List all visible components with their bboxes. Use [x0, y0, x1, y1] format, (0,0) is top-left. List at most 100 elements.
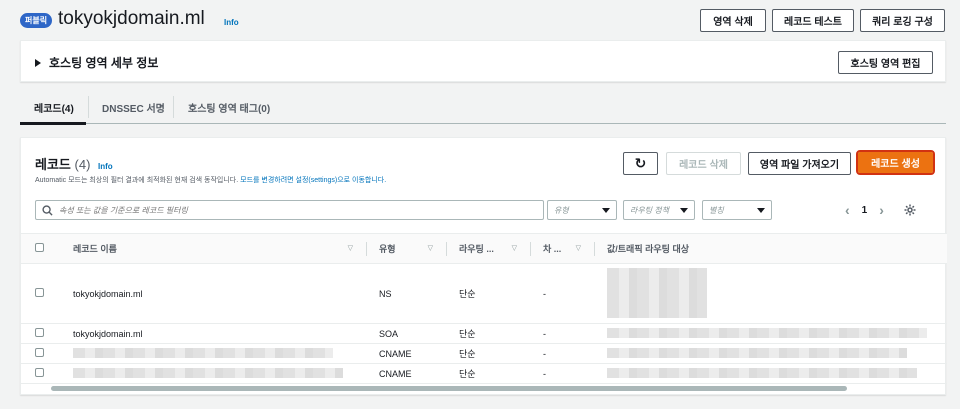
search-input[interactable] — [59, 205, 519, 215]
chevron-left-icon[interactable]: ‹ — [845, 202, 850, 218]
table-row[interactable]: CNAME 단순 - — [21, 363, 947, 384]
refresh-button[interactable]: ↻ — [623, 152, 658, 175]
delete-record-button[interactable]: 레코드 삭제 — [666, 152, 741, 175]
filter-search-box[interactable] — [35, 200, 544, 220]
page-number[interactable]: 1 — [862, 205, 868, 216]
edit-hosted-zone-button[interactable]: 호스팅 영역 편집 — [838, 51, 933, 74]
record-name — [61, 343, 367, 364]
record-routing: 단순 — [447, 323, 531, 344]
record-value — [595, 363, 947, 384]
record-routing: 단순 — [447, 363, 531, 384]
caret-down-icon — [757, 207, 765, 213]
record-routing: 단순 — [447, 343, 531, 364]
description-text: Automatic 모드는 최상의 필터 결과에 최적화된 현재 검색 동작입니… — [35, 177, 239, 184]
redacted-value — [607, 367, 917, 378]
col-record-name[interactable]: 레코드 이름 ▽ — [61, 233, 367, 264]
row-checkbox[interactable] — [35, 328, 44, 337]
records-table: 레코드 이름 ▽ 유형 ▽ 라우팅 ... ▽ 차 ... ▽ 값/트래픽 라우팅 대상… — [21, 233, 947, 384]
alias-filter-select[interactable]: 별칭 — [702, 200, 772, 220]
info-link[interactable]: Info — [224, 18, 239, 27]
row-checkbox[interactable] — [35, 348, 44, 357]
type-filter-label: 유형 — [554, 205, 569, 215]
pagination: ‹ 1 › — [845, 200, 916, 220]
tab-bar: 레코드(4) DNSSEC 서명 호스팅 영역 태그(0) — [20, 91, 946, 125]
records-title: 레코드 — [35, 157, 71, 172]
hosted-zone-details-panel: 호스팅 영역 세부 정보 호스팅 영역 편집 — [20, 40, 946, 82]
row-checkbox[interactable] — [35, 288, 44, 297]
caret-right-icon — [35, 58, 41, 67]
details-toggle[interactable]: 호스팅 영역 세부 정보 — [35, 54, 158, 71]
record-routing: 단순 — [447, 263, 531, 324]
record-type: SOA — [367, 323, 447, 344]
routing-filter-label: 라우팅 정책 — [630, 205, 670, 215]
sort-icon: ▽ — [511, 245, 517, 252]
search-icon — [42, 204, 53, 216]
tab-divider — [88, 96, 89, 118]
sort-icon: ▽ — [427, 245, 433, 252]
tab-tags[interactable]: 호스팅 영역 태그(0) — [188, 91, 270, 123]
record-type: NS — [367, 263, 447, 324]
record-name: tokyokjdomain.ml — [61, 323, 367, 344]
redacted-value — [607, 267, 707, 318]
col-label: 값/트래픽 라우팅 대상 — [607, 244, 690, 254]
record-diff: - — [531, 263, 595, 324]
test-record-button[interactable]: 레코드 테스트 — [772, 9, 854, 32]
details-title: 호스팅 영역 세부 정보 — [49, 56, 159, 70]
import-zone-file-button[interactable]: 영역 파일 가져오기 — [748, 152, 851, 175]
col-label: 차 ... — [543, 244, 562, 254]
redacted-name — [73, 347, 333, 358]
record-type: CNAME — [367, 343, 447, 364]
col-diff[interactable]: 차 ... ▽ — [531, 233, 595, 264]
records-info-link[interactable]: Info — [98, 162, 113, 171]
create-record-button[interactable]: 레코드 생성 — [856, 150, 935, 175]
page-header: 퍼블릭 tokyokjdomain.ml Info 영역 삭제 레코드 테스트 … — [0, 0, 960, 40]
col-type[interactable]: 유형 ▽ — [367, 233, 447, 264]
tab-divider — [173, 96, 174, 118]
record-type: CNAME — [367, 363, 447, 384]
record-diff: - — [531, 323, 595, 344]
select-all-checkbox[interactable] — [35, 243, 44, 252]
settings-link[interactable]: 모드를 변경하려면 설정(settings)으로 이동합니다. — [240, 177, 386, 184]
select-all-cell — [21, 233, 61, 264]
routing-policy-select[interactable]: 라우팅 정책 — [623, 200, 695, 220]
record-value — [595, 323, 947, 344]
alias-filter-label: 별칭 — [709, 205, 724, 215]
row-checkbox[interactable] — [35, 368, 44, 377]
records-description: Automatic 모드는 최상의 필터 결과에 최적화된 현재 검색 동작입니… — [35, 175, 386, 185]
caret-down-icon — [602, 207, 610, 213]
query-logging-button[interactable]: 쿼리 로깅 구성 — [860, 9, 945, 32]
record-name — [61, 363, 367, 384]
gear-icon[interactable] — [904, 204, 916, 216]
records-panel: 레코드 (4) Info Automatic 모드는 최상의 필터 결과에 최적… — [20, 137, 947, 395]
delete-zone-button[interactable]: 영역 삭제 — [700, 9, 766, 32]
record-value — [595, 263, 947, 324]
table-row[interactable]: CNAME 단순 - — [21, 343, 947, 364]
page-title: tokyokjdomain.ml — [58, 8, 205, 29]
sort-icon: ▽ — [347, 245, 353, 252]
type-filter-select[interactable]: 유형 — [547, 200, 617, 220]
sort-icon: ▽ — [575, 245, 581, 252]
table-row[interactable]: tokyokjdomain.ml SOA 단순 - — [21, 323, 947, 344]
tab-records[interactable]: 레코드(4) — [34, 91, 74, 123]
records-heading: 레코드 (4) Info — [35, 154, 113, 173]
col-value[interactable]: 값/트래픽 라우팅 대상 — [595, 233, 947, 264]
col-label: 라우팅 ... — [459, 244, 494, 254]
table-header-row: 레코드 이름 ▽ 유형 ▽ 라우팅 ... ▽ 차 ... ▽ 값/트래픽 라우팅 대상 — [21, 233, 947, 264]
redacted-name — [73, 367, 343, 378]
chevron-right-icon[interactable]: › — [879, 202, 884, 218]
redacted-value — [607, 327, 927, 338]
col-label: 유형 — [379, 244, 396, 254]
refresh-icon: ↻ — [634, 155, 647, 171]
caret-down-icon — [680, 207, 688, 213]
records-count: (4) — [74, 157, 91, 172]
col-label: 레코드 이름 — [73, 244, 117, 254]
redacted-value — [607, 347, 907, 358]
horizontal-scrollbar[interactable] — [51, 386, 847, 391]
record-value — [595, 343, 947, 364]
col-routing[interactable]: 라우팅 ... ▽ — [447, 233, 531, 264]
public-badge: 퍼블릭 — [20, 13, 53, 28]
table-row[interactable]: tokyokjdomain.ml NS 단순 - — [21, 263, 947, 324]
tab-dnssec[interactable]: DNSSEC 서명 — [102, 91, 165, 123]
record-diff: - — [531, 343, 595, 364]
active-tab-indicator — [20, 122, 86, 125]
